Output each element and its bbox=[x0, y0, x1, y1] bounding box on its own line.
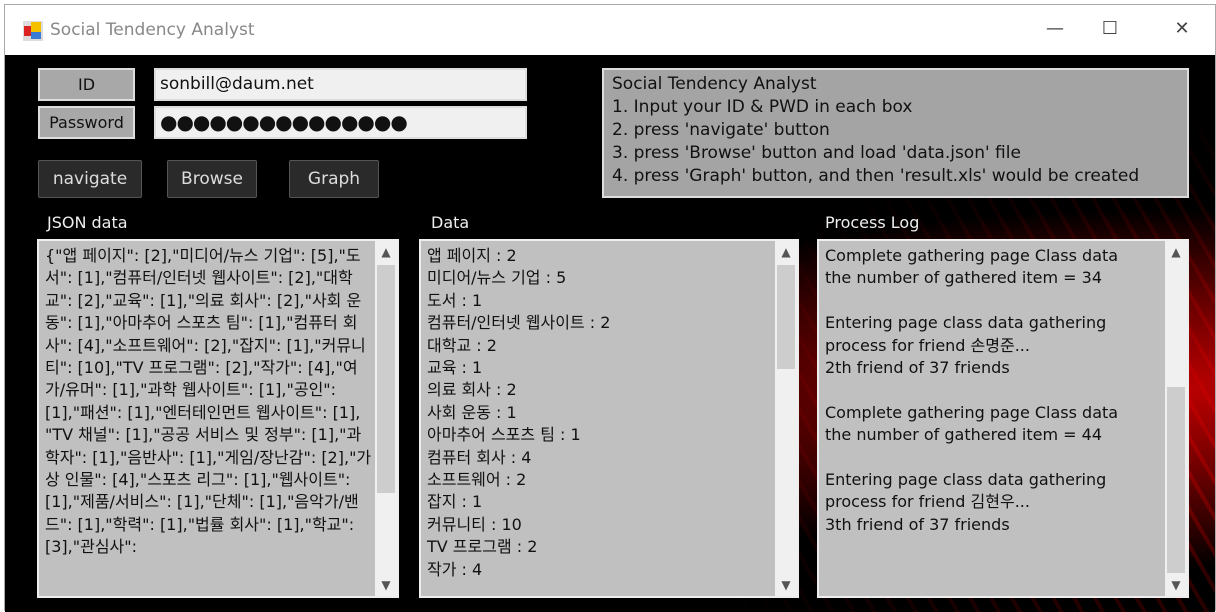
data-item: 작가 : 4 bbox=[427, 559, 483, 579]
navigate-button[interactable]: navigate bbox=[38, 160, 142, 198]
minimize-button[interactable]: — bbox=[1035, 15, 1075, 43]
id-input[interactable]: sonbill@daum.net bbox=[154, 68, 527, 101]
data-item: 사회 운동 : 1 bbox=[427, 402, 517, 422]
data-item: 미디어/뉴스 기업 : 5 bbox=[427, 268, 567, 288]
data-item: 컴퓨터 회사 : 4 bbox=[427, 447, 532, 467]
data-list: 앱 페이지 : 2 미디어/뉴스 기업 : 5 도서 : 1 컴퓨터/인터넷 웹사이트… bbox=[427, 245, 773, 581]
data-listbox[interactable]: 앱 페이지 : 2 미디어/뉴스 기업 : 5 도서 : 1 컴퓨터/인터넷 웹사이트… bbox=[419, 239, 799, 598]
scroll-thumb[interactable] bbox=[377, 265, 395, 493]
app-window: Social Tendency Analyst — ☐ ✕ ID sonbill… bbox=[4, 4, 1216, 612]
instruction-step: 3. press 'Browse' button and load 'data.… bbox=[612, 143, 1021, 163]
data-item: 도서 : 1 bbox=[427, 290, 483, 310]
data-item: 커뮤니티 : 10 bbox=[427, 514, 522, 534]
log-line: process for friend 김현우... bbox=[825, 492, 1030, 512]
scroll-down-icon[interactable]: ▼ bbox=[775, 574, 797, 596]
password-label: Password bbox=[38, 106, 135, 139]
scroll-up-icon[interactable]: ▲ bbox=[375, 241, 397, 263]
data-item: 소프트웨어 : 2 bbox=[427, 470, 527, 490]
app-icon bbox=[23, 21, 43, 41]
json-data-heading: JSON data bbox=[47, 213, 128, 232]
scrollbar[interactable]: ▲ ▼ bbox=[375, 241, 397, 596]
data-item: 아마추어 스포츠 팀 : 1 bbox=[427, 425, 581, 445]
close-button[interactable]: ✕ bbox=[1162, 15, 1202, 43]
log-line: the number of gathered item = 34 bbox=[825, 268, 1102, 288]
data-item: 대학교 : 2 bbox=[427, 335, 497, 355]
data-item: 의료 회사 : 2 bbox=[427, 380, 517, 400]
json-data-textbox[interactable]: {"앱 페이지": [2],"미디어/뉴스 기업": [5],"도서": [1]… bbox=[37, 239, 399, 598]
data-item: 컴퓨터/인터넷 웹사이트 : 2 bbox=[427, 313, 611, 333]
maximize-button[interactable]: ☐ bbox=[1090, 15, 1130, 43]
data-item: TV 프로그램 : 2 bbox=[427, 537, 538, 557]
data-heading: Data bbox=[431, 213, 470, 232]
title-bar: Social Tendency Analyst — ☐ ✕ bbox=[5, 5, 1215, 55]
log-line: 2th friend of 37 friends bbox=[825, 358, 1010, 378]
data-item: 잡지 : 1 bbox=[427, 492, 483, 512]
log-list: Complete gathering page Class data the nu… bbox=[825, 245, 1163, 536]
instructions-panel: Social Tendency Analyst 1. Input your ID… bbox=[602, 68, 1189, 198]
window-title: Social Tendency Analyst bbox=[50, 20, 255, 40]
id-label: ID bbox=[38, 68, 135, 101]
data-item: 앱 페이지 : 2 bbox=[427, 246, 517, 265]
log-line: Complete gathering page Class data bbox=[825, 402, 1119, 422]
scroll-thumb[interactable] bbox=[777, 265, 795, 369]
instruction-step: 1. Input your ID & PWD in each box bbox=[612, 97, 913, 117]
json-text: {"앱 페이지": [2],"미디어/뉴스 기업": [5],"도서": [1]… bbox=[45, 246, 372, 557]
log-line: Entering page class data gathering bbox=[825, 313, 1107, 333]
graph-button[interactable]: Graph bbox=[289, 160, 379, 198]
process-log-heading: Process Log bbox=[825, 213, 920, 232]
log-line: 3th friend of 37 friends bbox=[825, 514, 1010, 534]
scrollbar[interactable]: ▲ ▼ bbox=[1165, 241, 1187, 596]
client-area: ID sonbill@daum.net Password ●●●●●●●●●●●… bbox=[5, 55, 1215, 612]
instruction-title: Social Tendency Analyst bbox=[612, 74, 817, 94]
instruction-step: 4. press 'Graph' button, and then 'resul… bbox=[612, 166, 1140, 186]
log-line: the number of gathered item = 44 bbox=[825, 425, 1102, 445]
process-log-textbox[interactable]: Complete gathering page Class data the nu… bbox=[817, 239, 1189, 598]
log-line: process for friend 손명준... bbox=[825, 335, 1030, 355]
instruction-step: 2. press 'navigate' button bbox=[612, 120, 830, 140]
log-line: Complete gathering page Class data bbox=[825, 246, 1119, 265]
browse-button[interactable]: Browse bbox=[167, 160, 257, 198]
scroll-down-icon[interactable]: ▼ bbox=[1165, 574, 1187, 596]
scrollbar[interactable]: ▲ ▼ bbox=[775, 241, 797, 596]
data-item: 교육 : 1 bbox=[427, 358, 483, 378]
scroll-up-icon[interactable]: ▲ bbox=[1165, 241, 1187, 263]
scroll-up-icon[interactable]: ▲ bbox=[775, 241, 797, 263]
scroll-down-icon[interactable]: ▼ bbox=[375, 574, 397, 596]
password-input[interactable]: ●●●●●●●●●●●●●●● bbox=[154, 106, 527, 139]
scroll-thumb[interactable] bbox=[1167, 387, 1185, 573]
log-line: Entering page class data gathering bbox=[825, 470, 1107, 490]
